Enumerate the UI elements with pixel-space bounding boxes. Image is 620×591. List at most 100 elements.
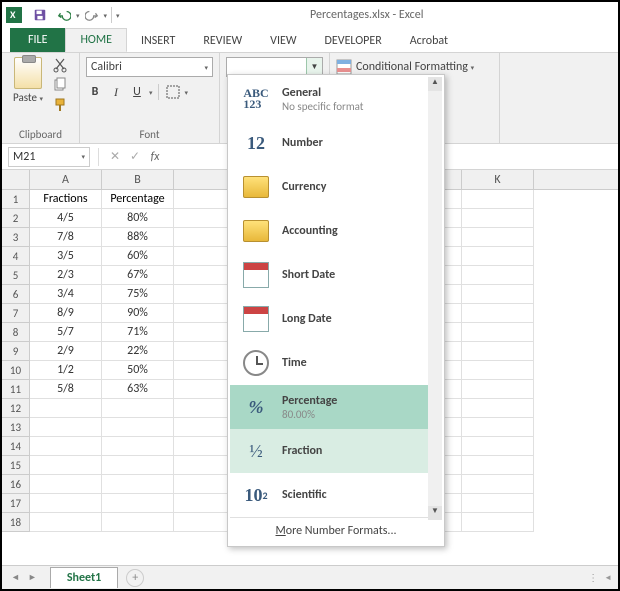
cell[interactable] [30,513,102,532]
cell[interactable]: Percentage [102,190,174,209]
tab-view[interactable]: VIEW [256,30,310,52]
insert-function-icon[interactable]: fx [147,150,163,164]
cell[interactable]: 8/9 [30,304,102,323]
cell[interactable]: 3/4 [30,285,102,304]
format-percentage[interactable]: % Percentage80.00% [230,385,442,429]
cell[interactable] [462,475,534,494]
cell[interactable] [102,475,174,494]
format-time[interactable]: Time [230,341,442,385]
cell[interactable]: 4/5 [30,209,102,228]
row-header[interactable]: 8 [2,323,30,342]
redo-icon[interactable] [83,6,101,24]
row-header[interactable]: 14 [2,437,30,456]
col-header-a[interactable]: A [30,170,102,189]
cell[interactable]: 88% [102,228,174,247]
cell[interactable] [462,304,534,323]
row-header[interactable]: 7 [2,304,30,323]
format-currency[interactable]: Currency [230,165,442,209]
cell[interactable] [462,437,534,456]
cell[interactable]: 60% [102,247,174,266]
cell[interactable] [462,209,534,228]
cell[interactable] [462,323,534,342]
cell[interactable]: 5/8 [30,380,102,399]
cell[interactable]: 80% [102,209,174,228]
format-short-date[interactable]: Short Date [230,253,442,297]
cell[interactable]: 75% [102,285,174,304]
hscroll-left-icon[interactable]: ◄ [604,573,612,583]
italic-button[interactable]: I [107,83,125,101]
bold-button[interactable]: B [86,83,104,101]
format-fraction[interactable]: ½ Fraction [230,429,442,473]
format-general[interactable]: ABC123 GeneralNo specific format [230,77,442,121]
row-header[interactable]: 18 [2,513,30,532]
cut-icon[interactable] [52,57,68,71]
tab-review[interactable]: REVIEW [189,30,256,52]
cell[interactable] [30,399,102,418]
cell[interactable]: 67% [102,266,174,285]
col-header-k[interactable]: K [462,170,534,189]
cell[interactable]: 63% [102,380,174,399]
border-button[interactable] [164,83,182,101]
cell[interactable]: Fractions [30,190,102,209]
format-scientific[interactable]: 102 Scientific [230,473,442,517]
cell[interactable]: 5/7 [30,323,102,342]
cell[interactable] [462,418,534,437]
tab-developer[interactable]: DEVELOPER [311,30,396,52]
underline-button[interactable]: U [128,83,146,101]
cell[interactable] [102,494,174,513]
cell[interactable]: 22% [102,342,174,361]
row-header[interactable]: 1 [2,190,30,209]
cell[interactable] [462,361,534,380]
row-header[interactable]: 2 [2,209,30,228]
row-header[interactable]: 6 [2,285,30,304]
hscroll-split-icon[interactable]: ⋮ [588,571,598,584]
sheet-tab-sheet1[interactable]: Sheet1 [50,567,118,588]
undo-dropdown-icon[interactable]: ▾ [76,11,80,20]
tab-file[interactable]: FILE [10,28,65,52]
tab-insert[interactable]: INSERT [127,30,189,52]
cell[interactable] [30,475,102,494]
cell[interactable] [102,513,174,532]
cell[interactable] [102,437,174,456]
sheet-nav-next-icon[interactable]: ► [25,572,40,583]
cell[interactable] [102,456,174,475]
format-painter-icon[interactable] [52,97,68,111]
tab-home[interactable]: HOME [65,28,127,52]
cell[interactable] [102,399,174,418]
name-box[interactable]: M21▾ [8,147,90,167]
row-header[interactable]: 15 [2,456,30,475]
border-dropdown-icon[interactable]: ▾ [185,88,189,97]
scroll-down-icon[interactable]: ▼ [428,506,442,520]
col-header-b[interactable]: B [102,170,174,189]
format-number[interactable]: 12 Number [230,121,442,165]
dropdown-scrollbar[interactable]: ▲ ▼ [428,77,442,520]
sheet-nav-prev-icon[interactable]: ◄ [8,572,23,583]
row-header[interactable]: 3 [2,228,30,247]
underline-dropdown-icon[interactable]: ▾ [149,88,153,97]
cell[interactable] [30,437,102,456]
row-header[interactable]: 9 [2,342,30,361]
cancel-formula-icon[interactable]: ✕ [107,149,123,164]
cell[interactable] [462,247,534,266]
add-sheet-button[interactable]: + [126,569,144,587]
cell[interactable] [462,342,534,361]
scroll-up-icon[interactable]: ▲ [428,77,442,91]
cell[interactable]: 50% [102,361,174,380]
more-number-formats[interactable]: More Number Formats... [230,517,442,544]
paste-button[interactable]: Paste ▾ [8,57,48,111]
cell[interactable]: 71% [102,323,174,342]
row-header[interactable]: 11 [2,380,30,399]
row-header[interactable]: 16 [2,475,30,494]
row-header[interactable]: 13 [2,418,30,437]
row-header[interactable]: 17 [2,494,30,513]
save-icon[interactable] [31,6,49,24]
format-accounting[interactable]: Accounting [230,209,442,253]
cell[interactable] [30,456,102,475]
cell[interactable] [30,494,102,513]
enter-formula-icon[interactable]: ✓ [127,149,143,164]
format-long-date[interactable]: Long Date [230,297,442,341]
cell[interactable] [462,228,534,247]
cell[interactable] [462,399,534,418]
cell[interactable] [462,456,534,475]
cell[interactable]: 2/9 [30,342,102,361]
